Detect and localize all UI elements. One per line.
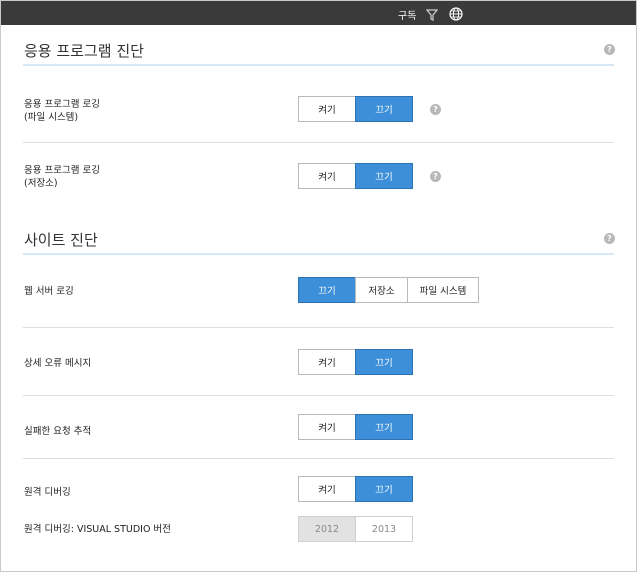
app-logging-fs-off-button[interactable]: 끄기 <box>355 96 413 122</box>
vs-2012-button[interactable]: 2012 <box>298 516 356 542</box>
row-divider <box>23 458 614 459</box>
app-logging-blob-toggle[interactable]: 켜기 끄기 <box>298 163 413 189</box>
app-logging-blob-label: 응용 프로그램 로깅 (저장소) <box>24 164 100 190</box>
remote-debugging-off-button[interactable]: 끄기 <box>355 476 413 502</box>
help-icon[interactable]: ? <box>430 171 441 182</box>
detailed-errors-toggle[interactable]: 켜기 끄기 <box>298 349 413 375</box>
failed-request-on-button[interactable]: 켜기 <box>298 414 356 440</box>
web-server-logging-selector[interactable]: 끄기 저장소 파일 시스템 <box>298 277 479 303</box>
filter-icon[interactable] <box>425 6 439 25</box>
row-divider <box>23 327 614 328</box>
detailed-errors-label: 상세 오류 메시지 <box>24 358 92 369</box>
app-logging-fs-label-line2: (파일 시스템) <box>24 112 79 123</box>
app-logging-blob-label-line2: (저장소) <box>24 178 58 189</box>
vs-version-selector[interactable]: 2012 2013 <box>298 516 413 542</box>
app-logging-fs-toggle[interactable]: 켜기 끄기 <box>298 96 413 122</box>
web-server-logging-off-button[interactable]: 끄기 <box>298 277 356 303</box>
web-server-logging-storage-button[interactable]: 저장소 <box>355 277 408 303</box>
failed-request-toggle[interactable]: 켜기 끄기 <box>298 414 413 440</box>
section-divider <box>23 253 614 255</box>
app-logging-fs-label-line1: 응용 프로그램 로깅 <box>24 99 100 110</box>
app-logging-fs-on-button[interactable]: 켜기 <box>298 96 356 122</box>
site-diagnostics-title: 사이트 진단 <box>24 231 98 249</box>
row-divider <box>23 395 614 396</box>
remote-debugging-on-button[interactable]: 켜기 <box>298 476 356 502</box>
app-logging-blob-off-button[interactable]: 끄기 <box>355 163 413 189</box>
row-divider <box>23 142 614 143</box>
detailed-errors-off-button[interactable]: 끄기 <box>355 349 413 375</box>
vs-2013-button[interactable]: 2013 <box>355 516 413 542</box>
help-icon[interactable]: ? <box>604 44 615 55</box>
remote-debugging-toggle[interactable]: 켜기 끄기 <box>298 476 413 502</box>
web-server-logging-fs-button[interactable]: 파일 시스템 <box>407 277 479 303</box>
globe-icon[interactable] <box>449 6 463 25</box>
app-logging-blob-on-button[interactable]: 켜기 <box>298 163 356 189</box>
failed-request-label: 실패한 요청 추적 <box>24 426 92 437</box>
failed-request-off-button[interactable]: 끄기 <box>355 414 413 440</box>
help-icon[interactable]: ? <box>604 233 615 244</box>
remote-debugging-label: 원격 디버깅 <box>24 487 71 498</box>
section-divider <box>23 64 614 66</box>
top-bar: 구독 <box>1 1 636 25</box>
subscription-link[interactable]: 구독 <box>398 7 416 22</box>
help-icon[interactable]: ? <box>430 104 441 115</box>
app-logging-fs-label: 응용 프로그램 로깅 (파일 시스템) <box>24 98 100 124</box>
web-server-logging-label: 웹 서버 로깅 <box>24 286 74 297</box>
app-diagnostics-title: 응용 프로그램 진단 <box>24 42 144 60</box>
detailed-errors-on-button[interactable]: 켜기 <box>298 349 356 375</box>
vs-version-label: 원격 디버깅: VISUAL STUDIO 버전 <box>24 524 171 535</box>
app-logging-blob-label-line1: 응용 프로그램 로깅 <box>24 165 100 176</box>
